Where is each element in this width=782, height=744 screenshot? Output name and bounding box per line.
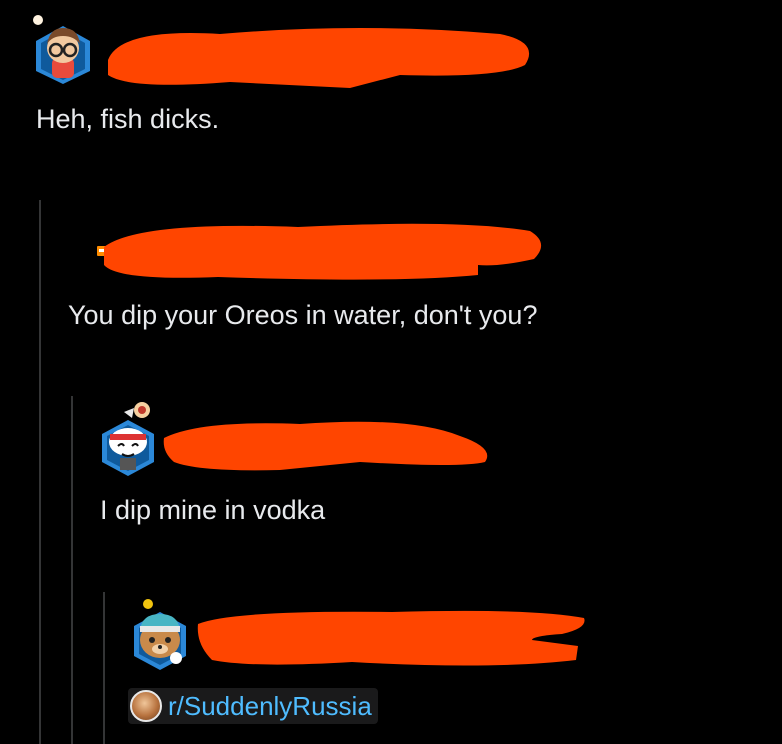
comment-text: Heh, fish dicks. [36, 104, 220, 134]
subreddit-link[interactable]: r/SuddenlyRussia [128, 688, 378, 724]
redacted-username[interactable] [160, 412, 500, 474]
comment-text: You dip your Oreos in water, don't you? [68, 300, 538, 330]
user-avatar-icon[interactable] [128, 596, 192, 672]
redacted-username[interactable] [192, 604, 592, 672]
thread-line-level-2[interactable] [71, 396, 73, 744]
user-avatar-icon[interactable] [30, 12, 96, 84]
subreddit-icon [130, 690, 162, 722]
redacted-username[interactable] [98, 215, 548, 285]
user-avatar-icon[interactable] [96, 398, 160, 478]
thread-line-level-3[interactable] [103, 592, 105, 744]
thread-line-level-1[interactable] [39, 200, 41, 744]
subreddit-name: r/SuddenlyRussia [168, 690, 372, 721]
redacted-username[interactable] [100, 20, 540, 90]
comment-text: I dip mine in vodka [100, 495, 326, 525]
